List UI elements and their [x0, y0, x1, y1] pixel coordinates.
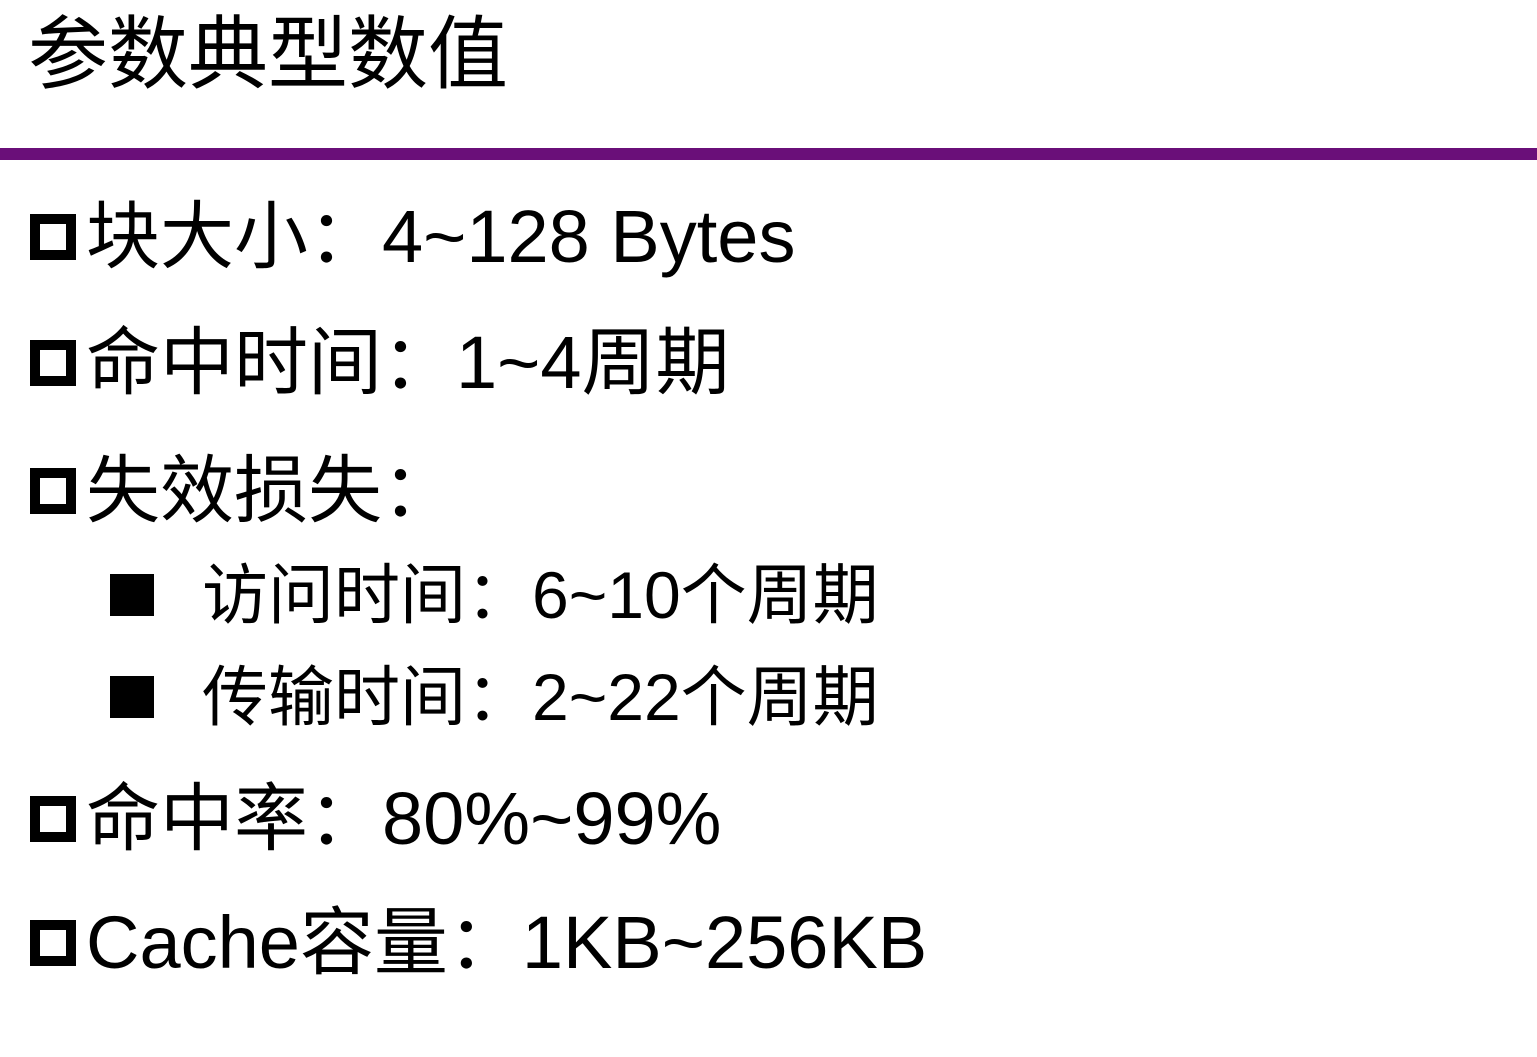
title-divider	[0, 148, 1537, 160]
list-item-label: 失效损失：	[86, 449, 456, 532]
list-item-miss-penalty: 失效损失：	[30, 446, 456, 536]
hollow-square-bullet-icon	[30, 340, 76, 386]
list-item-block-size: 块大小：4~128 Bytes	[30, 192, 795, 282]
list-item-label: Cache容量：1KB~256KB	[86, 901, 928, 984]
list-item-hit-time: 命中时间：1~4周期	[30, 318, 730, 408]
list-item-label: 命中时间：1~4周期	[86, 321, 730, 404]
hollow-square-bullet-icon	[30, 468, 76, 514]
list-item-label: 块大小：4~128 Bytes	[86, 195, 796, 278]
sub-list-item-label: 传输时间：2~22个周期	[202, 660, 879, 734]
filled-square-bullet-icon	[110, 676, 154, 718]
sub-list-item-label: 访问时间：6~10个周期	[202, 558, 879, 632]
slide-title: 参数典型数值	[28, 10, 508, 99]
list-item-cache-capacity: Cache容量：1KB~256KB	[30, 898, 927, 988]
sub-list-item-access-time: 访问时间：6~10个周期	[110, 555, 879, 635]
sub-list-item-transfer-time: 传输时间：2~22个周期	[110, 657, 879, 737]
hollow-square-bullet-icon	[30, 796, 76, 842]
list-item-label: 命中率：80%~99%	[86, 777, 722, 860]
hollow-square-bullet-icon	[30, 920, 76, 966]
filled-square-bullet-icon	[110, 574, 154, 616]
list-item-hit-rate: 命中率：80%~99%	[30, 774, 721, 864]
hollow-square-bullet-icon	[30, 214, 76, 260]
